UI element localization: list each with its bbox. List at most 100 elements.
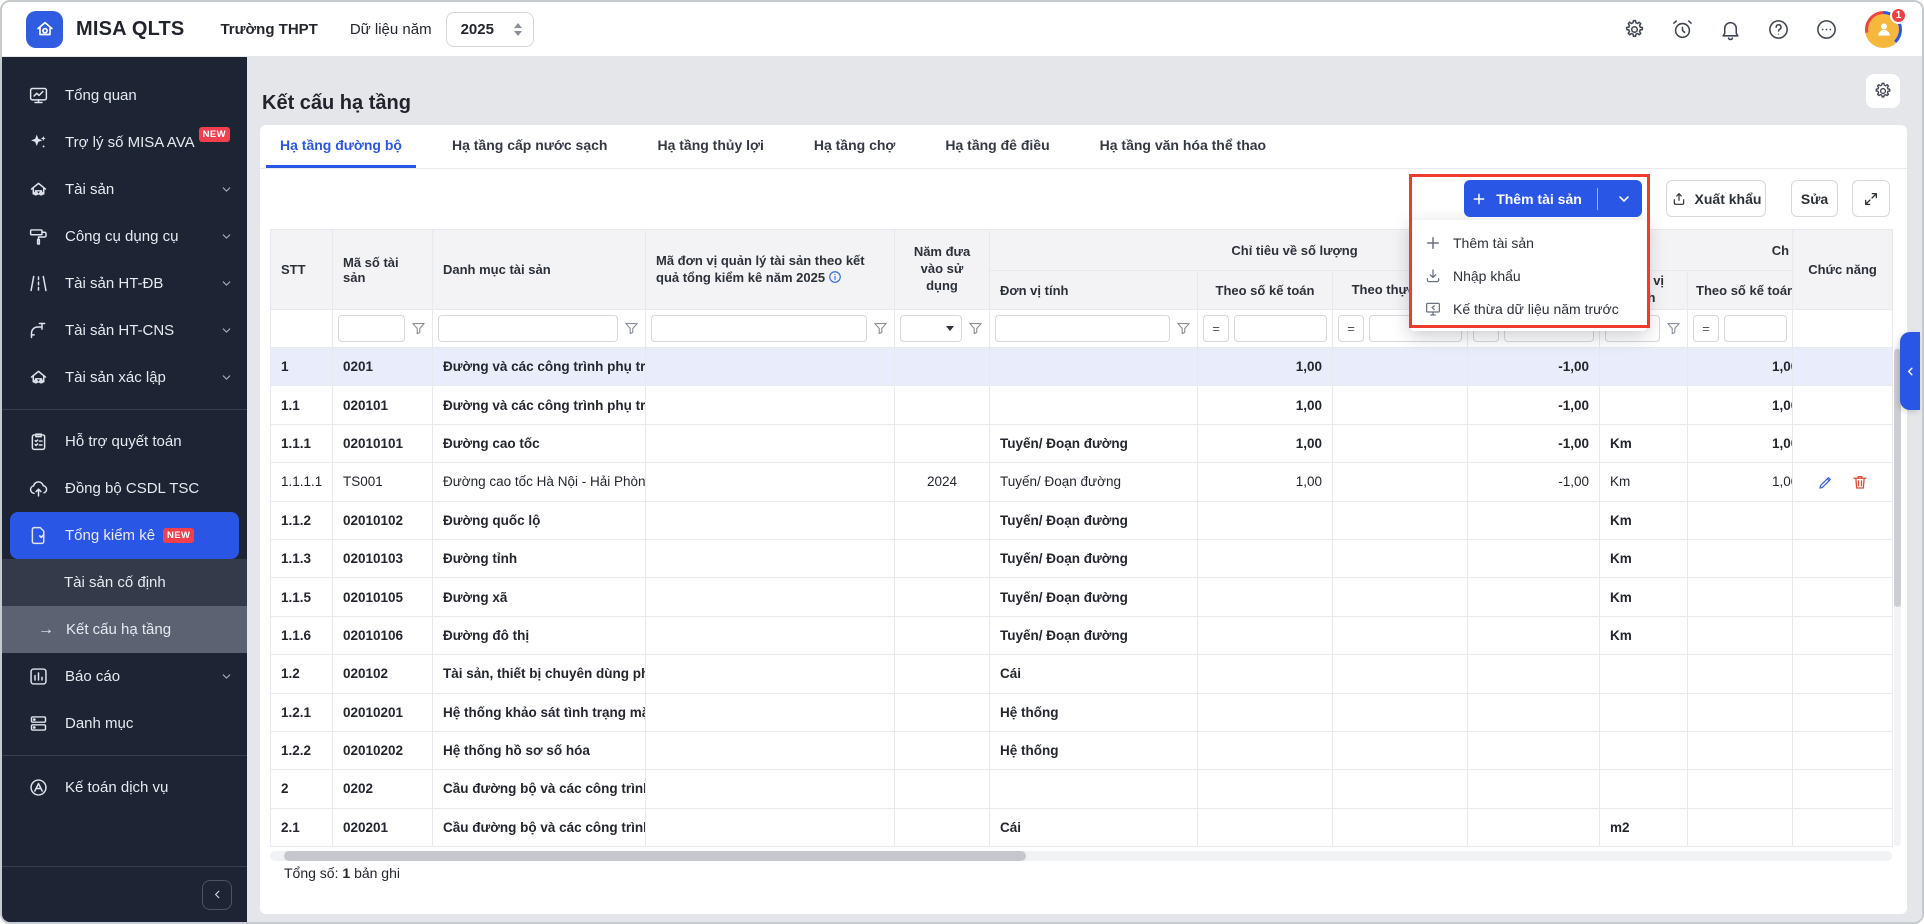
sidebar-item[interactable]: Tài sản xác lập bbox=[2, 354, 247, 401]
tab-5[interactable]: Hạ tầng đê điều bbox=[931, 125, 1063, 168]
reminder-icon[interactable] bbox=[1671, 18, 1694, 41]
misa-icon bbox=[28, 777, 49, 798]
active-arrow-icon: → bbox=[38, 620, 54, 638]
cell-stt: 1.1.5 bbox=[271, 578, 333, 617]
table-row[interactable]: 2.1020201Cầu đường bộ và các công trình … bbox=[271, 808, 1894, 848]
add-asset-split-button[interactable]: Thêm tài sản bbox=[1464, 180, 1642, 217]
filter-asset-code-input[interactable] bbox=[338, 315, 405, 342]
fullscreen-button[interactable] bbox=[1852, 180, 1890, 217]
sidebar-item-label: Kế toán dịch vụ bbox=[65, 779, 169, 796]
menu-item[interactable]: Kế thừa dữ liệu năm trước bbox=[1410, 292, 1647, 325]
year-spinner[interactable] bbox=[513, 22, 522, 36]
sidebar-item[interactable]: Tài sản bbox=[2, 166, 247, 213]
page-settings-button[interactable] bbox=[1866, 74, 1900, 108]
tab-1[interactable]: Hạ tầng đường bộ bbox=[266, 125, 416, 168]
edit-row-icon[interactable] bbox=[1817, 473, 1835, 491]
tab-3[interactable]: Hạ tầng thủy lợi bbox=[643, 125, 777, 168]
chevron-down-icon bbox=[220, 324, 233, 337]
table-row[interactable]: 1.2.2 02010202 Hệ thống hồ sơ số hóa Hệ thố… bbox=[271, 731, 1894, 771]
sidebar-item[interactable]: Tài sản HT-CNS bbox=[2, 307, 247, 354]
sidebar-item[interactable]: Tài sản HT-ĐB bbox=[2, 260, 247, 307]
menu-item[interactable]: Thêm tài sản bbox=[1410, 226, 1647, 259]
tab-2[interactable]: Hạ tầng cấp nước sạch bbox=[438, 125, 621, 168]
table-row[interactable]: 1.1.2 02010102 Đường quốc lộ Tuyến/ Đoạn đư… bbox=[271, 501, 1894, 540]
sidebar-item[interactable]: Tổng quan bbox=[2, 72, 247, 119]
filter-row: = = = = bbox=[271, 310, 1894, 348]
filter-qty-book-input[interactable] bbox=[1234, 315, 1327, 342]
sidebar-item-label: Trợ lý số MISA AVA bbox=[65, 134, 195, 151]
export-button[interactable]: Xuất khẩu bbox=[1666, 180, 1766, 217]
tab-6[interactable]: Hạ tầng văn hóa thể thao bbox=[1086, 125, 1280, 168]
year-selector[interactable]: 2025 bbox=[445, 11, 534, 47]
filter-icon[interactable] bbox=[967, 320, 984, 337]
table-row[interactable]: 1.1.5 02010105 Đường xã Tuyến/ Đoạn đường Km bbox=[271, 578, 1894, 617]
sidebar-item[interactable]: Tổng kiểm kê NEW bbox=[10, 512, 239, 559]
filter-unit-input[interactable] bbox=[995, 315, 1170, 342]
dashboard-icon bbox=[28, 85, 49, 106]
filter-icon[interactable] bbox=[623, 320, 640, 337]
cell-unit_code bbox=[646, 770, 895, 809]
filter-year-select[interactable] bbox=[900, 315, 962, 342]
cell-name: Hệ thống hồ sơ số hóa bbox=[433, 731, 646, 771]
panel-collapse-handle[interactable] bbox=[1900, 332, 1920, 410]
filter-value-book-input[interactable] bbox=[1724, 315, 1788, 342]
cell-stt: 1.1.2 bbox=[271, 501, 333, 540]
sidebar-item[interactable]: Danh mục bbox=[2, 700, 247, 747]
sidebar-item[interactable]: Hỗ trợ quyết toán bbox=[2, 418, 247, 465]
filter-category-input[interactable] bbox=[438, 315, 618, 342]
cell-value_book bbox=[1688, 578, 1794, 617]
filter-icon[interactable] bbox=[410, 320, 427, 337]
add-asset-dropdown-toggle[interactable] bbox=[1606, 180, 1642, 217]
plus-icon bbox=[1473, 193, 1485, 204]
more-icon[interactable] bbox=[1815, 18, 1838, 41]
filter-operator[interactable]: = bbox=[1338, 315, 1364, 342]
sidebar-item[interactable]: Báo cáo bbox=[2, 653, 247, 700]
settings-icon[interactable] bbox=[1623, 18, 1646, 41]
cell-value_book bbox=[1688, 616, 1794, 656]
app-window: MISA QLTS Trường THPT Dữ liệu năm 2025 1… bbox=[0, 0, 1924, 924]
filter-icon[interactable] bbox=[1665, 320, 1682, 337]
filter-unit-code bbox=[646, 310, 895, 348]
table-row[interactable]: 1.1.6 02010106 Đường đô thị Tuyến/ Đoạn đườ… bbox=[271, 616, 1894, 656]
sidebar-item[interactable]: Trợ lý số MISA AVA NEW bbox=[2, 119, 247, 166]
add-asset-label: Thêm tài sản bbox=[1496, 190, 1582, 207]
table-row[interactable]: 1.1.1.1 TS001 Đường cao tốc Hà Nội - Hải P… bbox=[271, 463, 1894, 502]
notifications-icon[interactable] bbox=[1719, 18, 1742, 41]
cell-stt: 1 bbox=[271, 348, 333, 387]
sidebar-subitem[interactable]: → Kết cấu hạ tầng bbox=[2, 606, 247, 653]
filter-unit-code-input[interactable] bbox=[651, 315, 867, 342]
avatar[interactable]: 1 bbox=[1865, 6, 1907, 48]
cell-year bbox=[895, 386, 990, 425]
cell-value_book bbox=[1688, 808, 1794, 848]
cell-name: Cầu đường bộ và các công trình phụ t... bbox=[433, 808, 646, 848]
table-row[interactable]: 1.1020101Đường và các công trình phụ trợ… bbox=[271, 386, 1894, 425]
table-row[interactable]: 1.2.1 02010201 Hệ thống khảo sát tình trạn… bbox=[271, 693, 1894, 732]
table-row[interactable]: 1.2 020102 Tài sản, thiết bị chuyên dùng p… bbox=[271, 655, 1894, 694]
sidebar-item[interactable]: Đồng bộ CSDL TSC bbox=[2, 465, 247, 512]
sidebar-collapse-button[interactable] bbox=[202, 879, 232, 910]
menu-item[interactable]: Nhập khẩu bbox=[1410, 259, 1647, 292]
filter-icon[interactable] bbox=[872, 320, 889, 337]
horizontal-scrollbar-thumb[interactable] bbox=[284, 851, 1026, 861]
table-row[interactable]: 20202Cầu đường bộ và các công trình phụ … bbox=[271, 770, 1894, 809]
cell-qty_actual bbox=[1333, 655, 1468, 694]
table-row[interactable]: 1.1.1 02010101 Đường cao tốc Tuyến/ Đoạn đư… bbox=[271, 424, 1894, 464]
cell-diff: -1,00 bbox=[1468, 386, 1601, 425]
cell-qty_book bbox=[1198, 808, 1333, 848]
cell-year: 2024 bbox=[895, 463, 990, 502]
tab-4[interactable]: Hạ tầng chợ bbox=[800, 125, 910, 168]
table-row[interactable]: 10201Đường và các công trình phụ trợ gắn… bbox=[271, 348, 1894, 387]
filter-operator[interactable]: = bbox=[1203, 315, 1229, 342]
sidebar-item[interactable]: Kế toán dịch vụ bbox=[2, 764, 247, 811]
delete-row-icon[interactable] bbox=[1851, 473, 1869, 491]
sidebar-subitem[interactable]: Tài sản cố định bbox=[2, 559, 247, 606]
help-icon[interactable] bbox=[1767, 18, 1790, 41]
cell-qty_actual bbox=[1333, 616, 1468, 656]
edit-button[interactable]: Sửa bbox=[1791, 180, 1838, 217]
filter-operator[interactable]: = bbox=[1693, 315, 1720, 342]
info-icon[interactable] bbox=[828, 270, 842, 284]
cell-diff bbox=[1468, 616, 1601, 656]
table-row[interactable]: 1.1.3 02010103 Đường tỉnh Tuyến/ Đoạn đường… bbox=[271, 539, 1894, 579]
filter-icon[interactable] bbox=[1175, 320, 1192, 337]
sidebar-item[interactable]: Công cụ dụng cụ bbox=[2, 213, 247, 260]
